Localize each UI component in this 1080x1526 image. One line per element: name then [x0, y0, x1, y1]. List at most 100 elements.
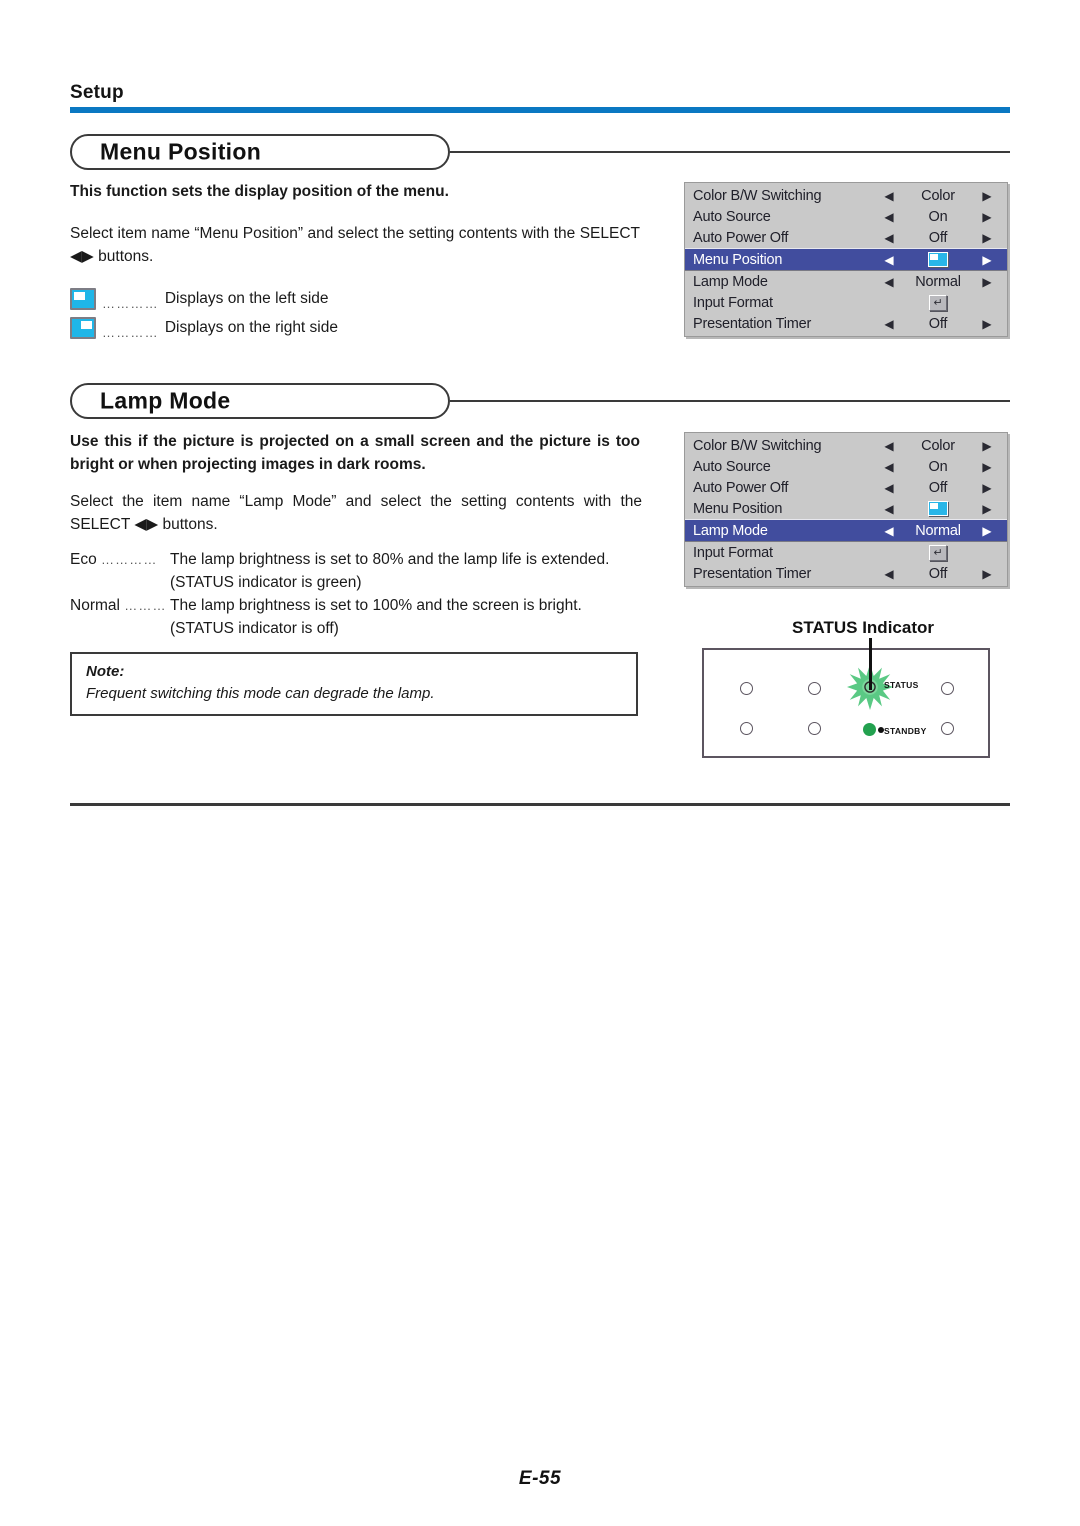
osd-right-arrow-icon[interactable]: ▶ — [977, 210, 997, 224]
lamp-mode-note-box: Note: Frequent switching this mode can d… — [70, 652, 638, 716]
osd-right-arrow-icon[interactable]: ▶ — [977, 567, 997, 581]
osd-menu-item-label: Presentation Timer — [693, 315, 812, 332]
osd-left-arrow-icon[interactable]: ◀ — [879, 317, 899, 331]
osd-menu-item-label: Auto Power Off — [693, 479, 789, 496]
osd-menu-item[interactable]: Auto Source ◀ On ▶ — [685, 456, 1007, 477]
lamp-mode-normal-sub: (STATUS indicator is off) — [170, 620, 339, 637]
osd-menu-item[interactable]: Auto Power Off ◀ Off ▶ — [685, 477, 1007, 498]
standby-led-label: STANDBY — [884, 726, 927, 736]
menu-position-option-right-leader: ………… — [102, 324, 159, 340]
osd-menu-item[interactable]: Auto Source ◀ On ▶ — [685, 206, 1007, 227]
lamp-mode-title: Lamp Mode — [100, 387, 231, 414]
osd-menu-item-label: Color B/W Switching — [693, 437, 822, 454]
lamp-mode-normal-body: The lamp brightness is set to 100% and t… — [170, 597, 582, 614]
osd-menu-item-value: Normal — [915, 522, 961, 539]
osd-menu-item[interactable]: Color B/W Switching ◀ Color ▶ — [685, 435, 1007, 456]
osd-left-arrow-icon[interactable]: ◀ — [879, 502, 899, 516]
osd-menu-item-label: Auto Source — [693, 208, 771, 225]
osd-left-arrow-icon[interactable]: ◀ — [879, 460, 899, 474]
osd-menu-item[interactable]: Input Format ↵ — [685, 292, 1007, 313]
menu-left-position-icon — [928, 252, 948, 268]
enter-arrow-icon[interactable]: ↵ — [929, 294, 947, 311]
panel-hole-icon — [740, 722, 753, 735]
osd-menu-item-value: Off — [928, 229, 948, 246]
osd-menu-item[interactable]: Lamp Mode ◀ Normal ▶ — [685, 519, 1007, 542]
page-section-label: Setup — [70, 82, 124, 103]
osd-right-arrow-icon[interactable]: ▶ — [977, 502, 997, 516]
osd-menu-position-value-icon — [899, 501, 977, 517]
panel-hole-icon — [808, 682, 821, 695]
status-indicator-caption: STATUS Indicator — [792, 618, 934, 637]
osd-menu-panel-menu-position[interactable]: Color B/W Switching ◀ Color ▶ Auto Source ◀ On… — [684, 182, 1008, 337]
osd-menu-item[interactable]: Presentation Timer ◀ Off ▶ — [685, 313, 1007, 334]
osd-menu-item-value: Normal — [915, 273, 961, 290]
panel-hole-icon — [808, 722, 821, 735]
osd-menu-item-label: Lamp Mode — [693, 273, 768, 290]
menu-left-position-icon — [70, 288, 96, 310]
osd-menu-position-value-icon — [899, 252, 977, 268]
status-led-label: STATUS — [884, 680, 919, 690]
osd-right-arrow-icon[interactable]: ▶ — [977, 189, 997, 203]
lamp-mode-eco-term-wrap: Eco ………… — [70, 548, 170, 571]
bottom-divider — [70, 803, 1010, 806]
osd-menu-item[interactable]: Menu Position ◀ ▶ — [685, 498, 1007, 519]
lamp-mode-normal-leader: ……… — [124, 598, 167, 613]
osd-right-arrow-icon[interactable]: ▶ — [977, 439, 997, 453]
osd-left-arrow-icon[interactable]: ◀ — [879, 481, 899, 495]
panel-hole-icon — [740, 682, 753, 695]
lamp-mode-normal-row: Normal ……… The lamp brightness is set to… — [70, 594, 670, 617]
menu-position-title-rule — [450, 151, 1010, 153]
osd-left-arrow-icon[interactable]: ◀ — [879, 253, 899, 267]
osd-enter-value-icon: ↵ — [899, 294, 977, 311]
osd-menu-item-label: Color B/W Switching — [693, 187, 822, 204]
osd-menu-item[interactable]: Lamp Mode ◀ Normal ▶ — [685, 271, 1007, 292]
menu-position-option-left-label: Displays on the left side — [164, 290, 329, 307]
enter-arrow-icon[interactable]: ↵ — [929, 544, 947, 561]
lamp-mode-eco-row: Eco ………… The lamp brightness is set to 8… — [70, 548, 670, 571]
osd-right-arrow-icon[interactable]: ▶ — [977, 524, 997, 538]
osd-menu-item-value: Color — [921, 187, 955, 204]
osd-right-arrow-icon[interactable]: ▶ — [977, 275, 997, 289]
header-blue-rule — [70, 107, 1010, 113]
osd-right-arrow-icon[interactable]: ▶ — [977, 460, 997, 474]
note-text: Frequent switching this mode can degrade… — [86, 685, 435, 702]
osd-left-arrow-icon[interactable]: ◀ — [879, 439, 899, 453]
lamp-mode-eco-term: Eco — [70, 551, 97, 568]
osd-enter-value-icon: ↵ — [899, 544, 977, 561]
panel-hole-icon — [941, 682, 954, 695]
osd-menu-item-value: Off — [928, 565, 948, 582]
osd-right-arrow-icon[interactable]: ▶ — [977, 231, 997, 245]
osd-menu-item[interactable]: Auto Power Off ◀ Off ▶ — [685, 227, 1007, 248]
menu-position-option-right: ………… Displays on the right side — [70, 317, 338, 340]
osd-menu-item[interactable]: Menu Position ◀ ▶ — [685, 248, 1007, 271]
lamp-mode-instruction: Select the item name “Lamp Mode” and sel… — [70, 493, 642, 533]
osd-left-arrow-icon[interactable]: ◀ — [879, 210, 899, 224]
menu-position-title: Menu Position — [100, 138, 262, 165]
osd-menu-item-value: Color — [921, 437, 955, 454]
page-number: E-55 — [518, 1468, 562, 1489]
osd-right-arrow-icon[interactable]: ▶ — [977, 317, 997, 331]
osd-menu-item-value: Off — [928, 479, 948, 496]
osd-left-arrow-icon[interactable]: ◀ — [879, 275, 899, 289]
osd-left-arrow-icon[interactable]: ◀ — [879, 189, 899, 203]
osd-left-arrow-icon[interactable]: ◀ — [879, 524, 899, 538]
menu-position-intro: This function sets the display position … — [70, 183, 449, 200]
osd-menu-item-label: Presentation Timer — [693, 565, 812, 582]
osd-right-arrow-icon[interactable]: ▶ — [977, 253, 997, 267]
menu-position-instruction: Select item name “Menu Position” and sel… — [70, 225, 640, 265]
projector-panel-diagram — [702, 648, 990, 758]
osd-menu-item[interactable]: Presentation Timer ◀ Off ▶ — [685, 563, 1007, 584]
osd-left-arrow-icon[interactable]: ◀ — [879, 567, 899, 581]
osd-menu-item-value: Off — [928, 315, 948, 332]
osd-right-arrow-icon[interactable]: ▶ — [977, 481, 997, 495]
osd-menu-item-label: Input Format — [693, 294, 773, 311]
osd-menu-item[interactable]: Input Format ↵ — [685, 542, 1007, 563]
lamp-mode-title-pill: Lamp Mode — [70, 383, 450, 419]
osd-menu-item-value: On — [928, 208, 948, 225]
note-label: Note: — [86, 663, 125, 680]
osd-menu-panel-lamp-mode[interactable]: Color B/W Switching ◀ Color ▶ Auto Source ◀ On… — [684, 432, 1008, 587]
lamp-mode-eco-leader: ………… — [101, 552, 158, 567]
standby-led-icon — [863, 723, 876, 736]
osd-menu-item[interactable]: Color B/W Switching ◀ Color ▶ — [685, 185, 1007, 206]
osd-left-arrow-icon[interactable]: ◀ — [879, 231, 899, 245]
